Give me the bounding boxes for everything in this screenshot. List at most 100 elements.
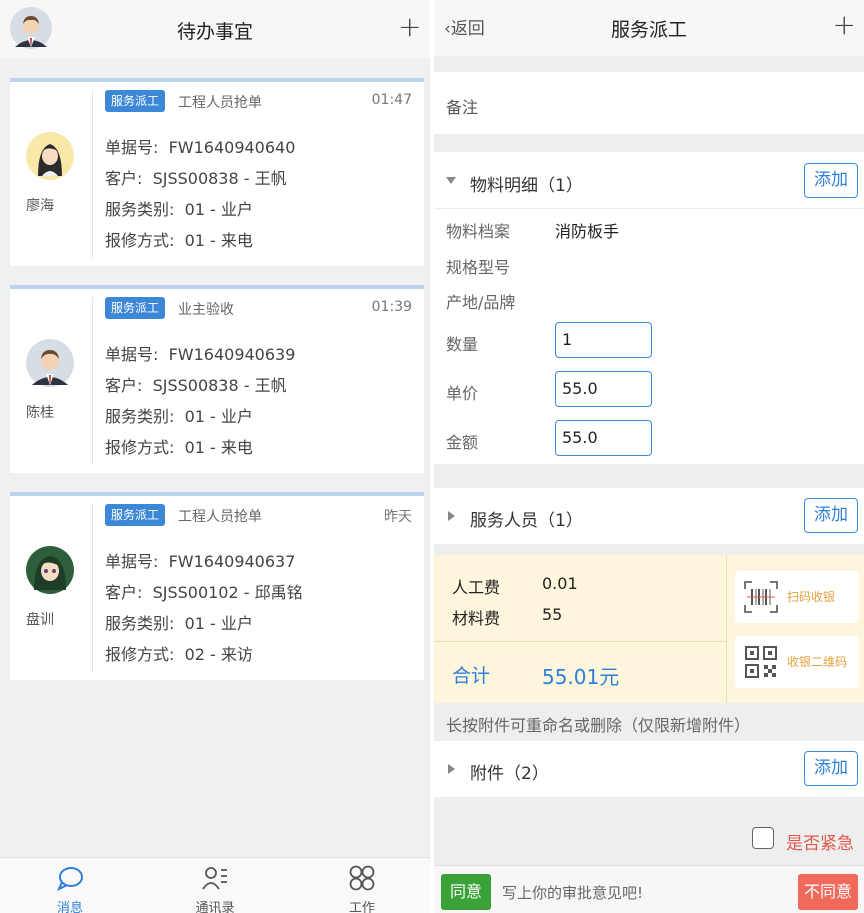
amount-label: 金额 — [446, 433, 479, 452]
todo-card[interactable]: 盘训 服务派工 工程人员抢单 昨天 单据号: FW1640940637 客户: … — [10, 492, 424, 680]
customer-label: 客户: — [105, 376, 143, 395]
materials-section: 物料明细（1） 添加 物料档案 消防板手 规格型号 产地/品牌 数量 1 单价 … — [434, 152, 864, 464]
tab-label: 工作 — [348, 901, 375, 913]
caret-right-icon[interactable] — [448, 764, 455, 774]
chat-bubble-icon — [57, 867, 83, 892]
quantity-field[interactable]: 1 — [555, 322, 652, 358]
type-label: 服务类别: — [105, 614, 175, 633]
caret-right-icon[interactable] — [448, 511, 455, 521]
disagree-button[interactable]: 不同意 — [798, 874, 858, 910]
urgent-label: 是否紧急 — [786, 834, 854, 854]
divider — [726, 555, 727, 703]
tab-bar: 消息 通讯录 工作 — [0, 857, 430, 913]
qr-pay-button[interactable]: 收银二维码 — [735, 636, 859, 688]
type-label: 服务类别: — [105, 200, 175, 219]
doc-number: FW1640940637 — [168, 552, 296, 571]
todo-header: 待办事宜 + — [0, 0, 430, 58]
four-circles-icon — [349, 865, 375, 891]
caret-down-icon[interactable] — [446, 177, 456, 184]
tab-label: 消息 — [56, 901, 83, 913]
qr-pay-label: 收银二维码 — [787, 655, 848, 669]
scan-pay-button[interactable]: 扫码收银 — [735, 571, 859, 623]
customer-value: SJSS00838 - 王帆 — [152, 376, 287, 395]
tab-work[interactable]: 工作 — [312, 858, 412, 913]
doc-row: 单据号: FW1640940637 — [105, 548, 295, 572]
add-staff-button[interactable]: 添加 — [804, 498, 858, 533]
todo-panel: 待办事宜 + 廖海 服务派工 工程人员抢单 01:47 单据号: FW16409… — [0, 0, 430, 913]
user-name: 陈桂 — [26, 405, 54, 421]
doc-row: 单据号: FW1640940640 — [105, 134, 295, 158]
doc-row: 单据号: FW1640940639 — [105, 341, 295, 365]
type-row: 服务类别: 01 - 业户 — [105, 403, 253, 427]
staff-section: 服务人员（1） 添加 — [434, 488, 864, 544]
materials-title[interactable]: 物料明细（1） — [470, 171, 583, 196]
total-label: 合计 — [452, 665, 491, 687]
method-value: 01 - 来电 — [184, 438, 253, 457]
status-badge: 服务派工 — [105, 90, 166, 112]
divider — [92, 504, 93, 672]
method-row: 报修方式: 01 - 来电 — [105, 227, 253, 251]
tab-label: 通讯录 — [195, 901, 235, 913]
card-user: 廖海 — [10, 82, 92, 266]
remark-field[interactable]: 备注 — [434, 72, 864, 134]
card-time: 01:47 — [371, 92, 412, 108]
dispatch-header: ‹返回 服务派工 + — [434, 0, 864, 56]
material-fee-label: 材料费 — [452, 609, 501, 628]
amount-field[interactable]: 55.0 — [555, 420, 652, 456]
qr-code-icon — [745, 646, 777, 678]
attachments-title[interactable]: 附件（2） — [470, 759, 549, 784]
page-title: 待办事宜 — [176, 21, 253, 43]
staff-title[interactable]: 服务人员（1） — [470, 506, 583, 531]
remark-label: 备注 — [446, 98, 479, 117]
doc-number: FW1640940639 — [168, 345, 296, 364]
avatar — [26, 339, 74, 387]
add-button[interactable]: + — [833, 11, 856, 39]
todo-card[interactable]: 陈桂 服务派工 业主验收 01:39 单据号: FW1640940639 客户:… — [10, 285, 424, 473]
type-label: 服务类别: — [105, 407, 175, 426]
doc-label: 单据号: — [105, 345, 159, 364]
type-value: 01 - 业户 — [184, 200, 253, 219]
doc-label: 单据号: — [105, 138, 159, 157]
add-material-button[interactable]: 添加 — [804, 163, 858, 198]
barcode-scan-icon — [744, 581, 778, 613]
avatar — [26, 546, 74, 594]
method-label: 报修方式: — [105, 438, 175, 457]
customer-value: SJSS00838 - 王帆 — [152, 169, 287, 188]
divider — [434, 208, 864, 209]
archive-value: 消防板手 — [555, 222, 620, 241]
card-subtitle: 业主验收 — [178, 302, 234, 318]
method-row: 报修方式: 01 - 来电 — [105, 434, 253, 458]
card-subtitle: 工程人员抢单 — [178, 95, 262, 111]
scan-pay-label: 扫码收银 — [787, 590, 836, 604]
status-badge: 服务派工 — [105, 297, 166, 319]
method-value: 02 - 来访 — [184, 645, 253, 664]
method-row: 报修方式: 02 - 来访 — [105, 641, 253, 665]
agree-button[interactable]: 同意 — [441, 874, 491, 910]
customer-row: 客户: SJSS00838 - 王帆 — [105, 372, 287, 396]
avatar — [26, 132, 74, 180]
tab-contacts[interactable]: 通讯录 — [165, 858, 265, 913]
type-value: 01 - 业户 — [184, 614, 253, 633]
quantity-label: 数量 — [446, 335, 479, 354]
type-row: 服务类别: 01 - 业户 — [105, 196, 253, 220]
urgent-checkbox[interactable] — [752, 827, 774, 849]
divider — [92, 90, 93, 258]
price-field[interactable]: 55.0 — [555, 371, 652, 407]
card-time: 昨天 — [384, 509, 412, 525]
user-name: 廖海 — [26, 198, 54, 214]
customer-row: 客户: SJSS00838 - 王帆 — [105, 165, 287, 189]
add-attachment-button[interactable]: 添加 — [804, 751, 858, 786]
type-value: 01 - 业户 — [184, 407, 253, 426]
user-name: 盘训 — [26, 612, 54, 628]
tab-messages[interactable]: 消息 — [20, 858, 120, 913]
fee-summary: 人工费 0.01 材料费 55 合计 55.01元 扫码收银 收银二维码 — [434, 555, 864, 703]
method-label: 报修方式: — [105, 645, 175, 664]
todo-card[interactable]: 廖海 服务派工 工程人员抢单 01:47 单据号: FW1640940640 客… — [10, 78, 424, 266]
method-value: 01 - 来电 — [184, 231, 253, 250]
total-value: 55.01元 — [542, 665, 620, 689]
add-button[interactable]: + — [398, 13, 421, 41]
opinion-input[interactable]: 写上你的审批意见吧! — [502, 882, 643, 903]
card-subtitle: 工程人员抢单 — [178, 509, 262, 525]
contacts-icon — [202, 867, 227, 890]
card-time: 01:39 — [371, 299, 412, 315]
